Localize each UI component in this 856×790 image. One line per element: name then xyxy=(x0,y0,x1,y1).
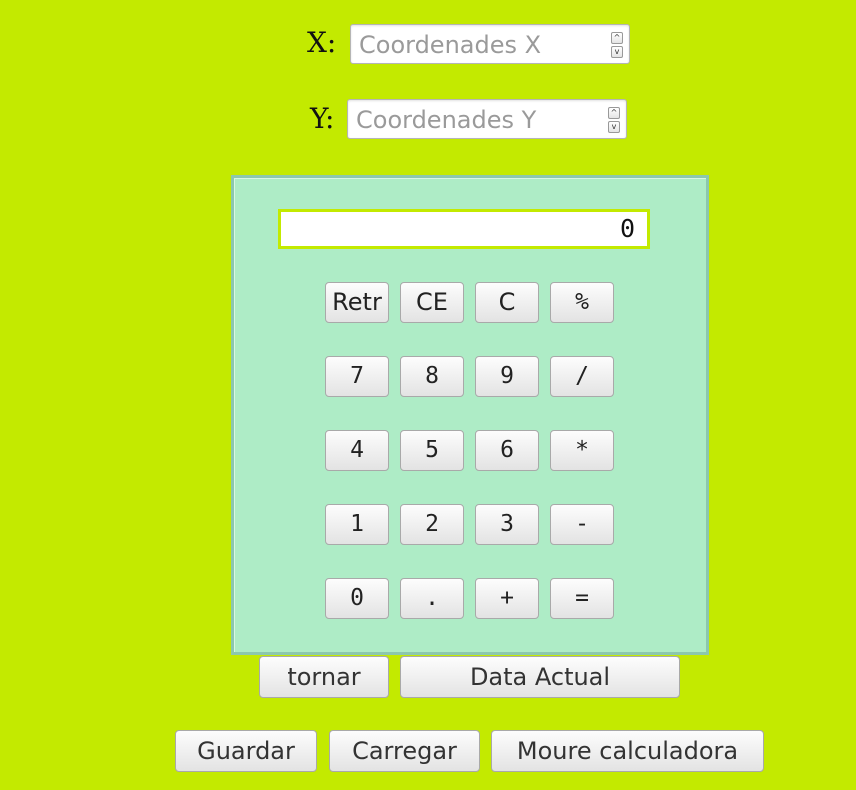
move-calculator-button[interactable]: Moure calculadora xyxy=(491,730,764,772)
x-coordinate-input[interactable] xyxy=(359,29,599,61)
y-spinner[interactable]: ^ v xyxy=(608,107,620,133)
x-coordinate-field[interactable]: ^ v xyxy=(350,24,630,64)
key-2[interactable]: 2 xyxy=(400,504,464,545)
key-clear-entry[interactable]: CE xyxy=(400,282,464,323)
arrow-down-icon[interactable]: v xyxy=(611,46,623,58)
key-add[interactable]: + xyxy=(475,578,539,619)
key-subtract[interactable]: - xyxy=(550,504,614,545)
tornar-button[interactable]: tornar xyxy=(259,656,389,698)
arrow-up-icon[interactable]: ^ xyxy=(611,32,623,44)
key-6[interactable]: 6 xyxy=(475,430,539,471)
key-backspace[interactable]: Retr xyxy=(325,282,389,323)
x-coordinate-label: X: xyxy=(307,26,337,59)
y-coordinate-label: Y: xyxy=(310,102,335,135)
load-button[interactable]: Carregar xyxy=(329,730,480,772)
key-8[interactable]: 8 xyxy=(400,356,464,397)
y-coordinate-input[interactable] xyxy=(356,104,596,136)
key-4[interactable]: 4 xyxy=(325,430,389,471)
key-clear[interactable]: C xyxy=(475,282,539,323)
key-9[interactable]: 9 xyxy=(475,356,539,397)
key-percent[interactable]: % xyxy=(550,282,614,323)
current-date-button[interactable]: Data Actual xyxy=(400,656,680,698)
key-decimal[interactable]: . xyxy=(400,578,464,619)
key-multiply[interactable]: * xyxy=(550,430,614,471)
key-7[interactable]: 7 xyxy=(325,356,389,397)
save-button[interactable]: Guardar xyxy=(175,730,317,772)
key-equals[interactable]: = xyxy=(550,578,614,619)
key-divide[interactable]: / xyxy=(550,356,614,397)
key-0[interactable]: 0 xyxy=(325,578,389,619)
key-5[interactable]: 5 xyxy=(400,430,464,471)
y-coordinate-field[interactable]: ^ v xyxy=(347,99,627,139)
arrow-up-icon[interactable]: ^ xyxy=(608,107,620,119)
calculator-display: 0 xyxy=(278,209,650,249)
x-spinner[interactable]: ^ v xyxy=(611,32,623,58)
key-1[interactable]: 1 xyxy=(325,504,389,545)
arrow-down-icon[interactable]: v xyxy=(608,121,620,133)
key-3[interactable]: 3 xyxy=(475,504,539,545)
